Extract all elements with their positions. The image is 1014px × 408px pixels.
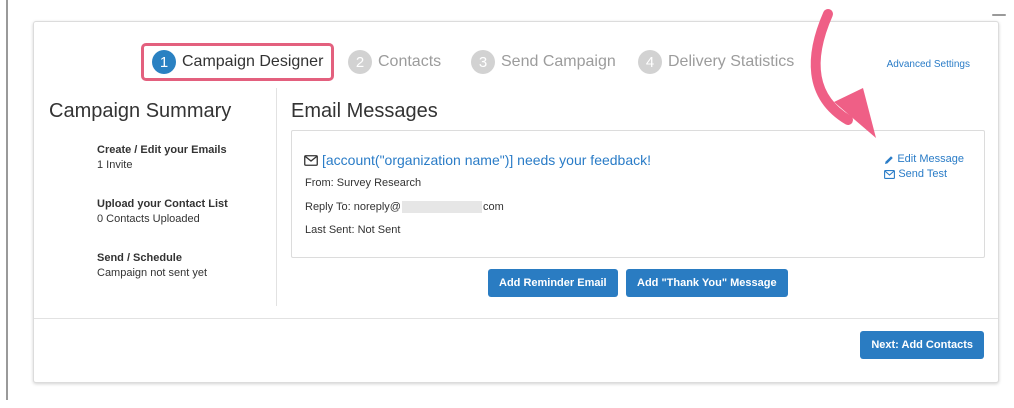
reply-to-suffix: com [482,201,504,213]
message-actions: Edit Message Send Test [884,152,964,182]
step-label: Send Campaign [501,53,616,70]
campaign-summary-sidebar: Campaign Summary Create / Edit your Emai… [34,88,277,306]
send-test-label: Send Test [898,168,948,180]
step-number: 2 [348,50,372,74]
sidebar-title: Campaign Summary [49,100,232,122]
step-number: 1 [152,50,176,74]
step-send-campaign[interactable]: 3 Send Campaign [471,43,616,81]
reply-to-prefix: Reply To: noreply@ [305,201,401,213]
summary-item-contacts: Upload your Contact List 0 Contacts Uplo… [97,197,228,227]
email-reply-to: Reply To: noreply@ com [305,201,504,214]
email-messages-title: Email Messages [291,100,438,122]
summary-item-subtitle: Campaign not sent yet [97,267,208,279]
summary-item-emails: Create / Edit your Emails 1 Invite [97,143,227,173]
step-label: Contacts [378,53,442,70]
redacted-domain [401,201,482,214]
footer-divider [34,318,998,319]
envelope-icon [884,170,896,179]
send-test-link[interactable]: Send Test [884,167,964,182]
step-number: 3 [471,50,495,74]
summary-item-subtitle: 1 Invite [97,159,133,171]
step-label: Delivery Statistics [668,53,795,70]
step-delivery-statistics[interactable]: 4 Delivery Statistics [638,43,794,81]
edit-message-link[interactable]: Edit Message [884,152,964,167]
email-last-sent: Last Sent: Not Sent [305,224,401,236]
advanced-settings-link[interactable]: Advanced Settings [887,59,970,70]
envelope-icon [304,154,318,166]
pink-arrow [810,9,876,138]
add-reminder-email-button[interactable]: Add Reminder Email [488,269,618,297]
left-edge-rule [6,0,8,400]
step-label: Campaign Designer [182,53,324,70]
summary-item-send: Send / Schedule Campaign not sent yet [97,251,207,281]
summary-item-title: Create / Edit your Emails [97,144,227,156]
edit-message-label: Edit Message [897,153,964,165]
summary-item-subtitle: 0 Contacts Uploaded [97,213,200,225]
email-subject[interactable]: [account("organization name")] needs you… [304,152,651,168]
email-subject-text: [account("organization name")] needs you… [322,152,652,168]
corner-mark [992,14,1006,16]
add-thank-you-message-button[interactable]: Add "Thank You" Message [626,269,788,297]
step-campaign-designer[interactable]: 1 Campaign Designer [141,43,335,81]
summary-item-title: Upload your Contact List [97,198,228,210]
pencil-icon [885,155,894,164]
step-number: 4 [638,50,662,74]
next-add-contacts-button[interactable]: Next: Add Contacts [860,331,984,359]
step-nav: 1 Campaign Designer 2 Contacts 3 Send Ca… [141,43,801,81]
email-from: From: Survey Research [305,177,422,189]
summary-item-title: Send / Schedule [97,252,182,264]
step-contacts[interactable]: 2 Contacts [348,43,441,81]
